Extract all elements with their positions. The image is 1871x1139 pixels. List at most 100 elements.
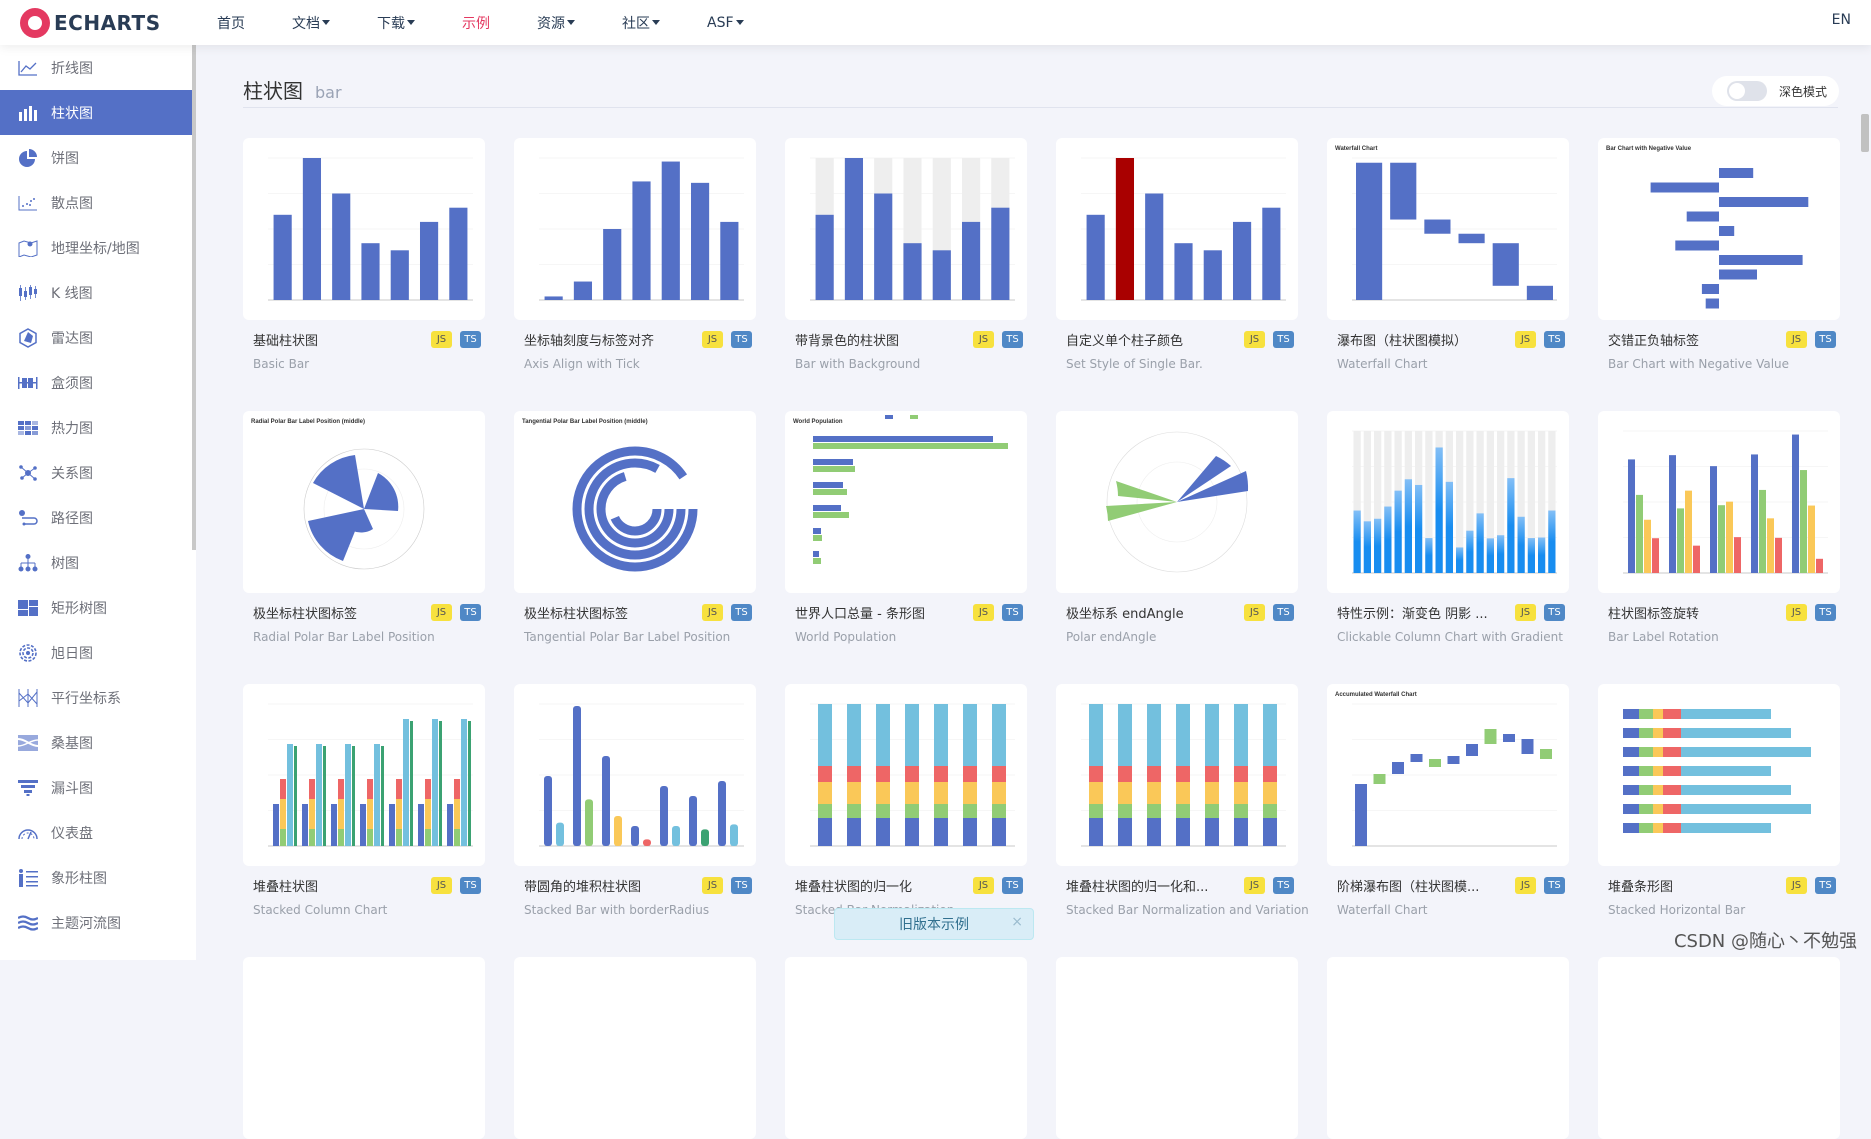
example-thumbnail[interactable] [785, 957, 1027, 1139]
example-thumbnail[interactable] [785, 138, 1027, 320]
ts-badge[interactable]: TS [1815, 331, 1836, 348]
card-title-cn[interactable]: 柱状图标签旋转 [1608, 603, 1778, 622]
card-title-cn[interactable]: 坐标轴刻度与标签对齐 [524, 330, 694, 349]
card-title-cn[interactable]: 自定义单个柱子颜色 [1066, 330, 1236, 349]
example-thumbnail[interactable] [1056, 411, 1298, 593]
js-badge[interactable]: JS [1244, 604, 1265, 621]
js-badge[interactable]: JS [1515, 331, 1536, 348]
sidebar-item-19[interactable]: 主题河流图 [0, 900, 196, 945]
dark-mode-toggle[interactable]: 深色模式 [1712, 76, 1839, 106]
example-card[interactable]: Accumulated Waterfall Chart 阶梯瀑布图（柱状图模..… [1327, 684, 1569, 917]
example-thumbnail[interactable] [1056, 138, 1298, 320]
ts-badge[interactable]: TS [460, 877, 481, 894]
sidebar-item-11[interactable]: 树图 [0, 540, 196, 585]
js-badge[interactable]: JS [1515, 604, 1536, 621]
example-card[interactable]: 堆叠柱状图的归一化和... JS TS Stacked Bar Normaliz… [1056, 684, 1309, 917]
sidebar-item-12[interactable]: 矩形树图 [0, 585, 196, 630]
ts-badge[interactable]: TS [731, 604, 752, 621]
example-card[interactable]: 极坐标系 endAngle JS TS Polar endAngle [1056, 411, 1298, 644]
nav-item-1[interactable]: 文档 [292, 13, 330, 33]
example-card[interactable]: 坐标轴刻度与标签对齐 JS TS Axis Align with Tick [514, 138, 756, 371]
example-card[interactable]: 基础柱状图 JS TS Basic Bar [243, 138, 485, 371]
nav-item-6[interactable]: ASF [707, 15, 744, 31]
card-title-cn[interactable]: 世界人口总量 - 条形图 [795, 603, 965, 622]
close-icon[interactable]: × [1011, 914, 1023, 930]
ts-badge[interactable]: TS [731, 877, 752, 894]
sidebar-item-2[interactable]: 饼图 [0, 135, 196, 180]
example-thumbnail[interactable] [1598, 684, 1840, 866]
example-card[interactable]: Bar Chart with Negative Value 交错正负轴标签 JS… [1598, 138, 1840, 371]
ts-badge[interactable]: TS [1002, 604, 1023, 621]
sidebar-item-5[interactable]: K 线图 [0, 270, 196, 315]
example-thumbnail[interactable]: World Population [785, 411, 1027, 593]
example-card[interactable]: 堆叠柱状图的归一化 JS TS Stacked Bar Normalizatio… [785, 684, 1027, 917]
example-card[interactable]: 堆叠柱状图 JS TS Stacked Column Chart [243, 684, 485, 917]
card-title-cn[interactable]: 阶梯瀑布图（柱状图模... [1337, 876, 1507, 895]
example-card[interactable]: Waterfall Chart 瀑布图（柱状图模拟） JS TS Waterfa… [1327, 138, 1569, 371]
example-thumbnail[interactable] [243, 957, 485, 1139]
sidebar-item-4[interactable]: 地理坐标/地图 [0, 225, 196, 270]
js-badge[interactable]: JS [431, 604, 452, 621]
example-thumbnail[interactable] [1598, 957, 1840, 1139]
js-badge[interactable]: JS [431, 331, 452, 348]
example-thumbnail[interactable]: Accumulated Waterfall Chart [1327, 684, 1569, 866]
ts-badge[interactable]: TS [731, 331, 752, 348]
sidebar-item-10[interactable]: 路径图 [0, 495, 196, 540]
ts-badge[interactable]: TS [1002, 331, 1023, 348]
example-thumbnail[interactable] [243, 138, 485, 320]
js-badge[interactable]: JS [973, 604, 994, 621]
example-card[interactable]: 带圆角的堆积柱状图 JS TS Stacked Bar with borderR… [514, 684, 756, 917]
example-thumbnail[interactable]: Radial Polar Bar Label Position (middle) [243, 411, 485, 593]
ts-badge[interactable]: TS [1273, 604, 1294, 621]
sidebar-item-1[interactable]: 柱状图 [0, 90, 196, 135]
sidebar-item-18[interactable]: 象形柱图 [0, 855, 196, 900]
js-badge[interactable]: JS [702, 877, 723, 894]
card-title-cn[interactable]: 堆叠条形图 [1608, 876, 1778, 895]
ts-badge[interactable]: TS [1544, 877, 1565, 894]
sidebar-item-3[interactable]: 散点图 [0, 180, 196, 225]
ts-badge[interactable]: TS [1002, 877, 1023, 894]
sidebar-scrollbar[interactable] [192, 45, 196, 550]
card-title-cn[interactable]: 带圆角的堆积柱状图 [524, 876, 694, 895]
example-thumbnail[interactable] [1327, 411, 1569, 593]
card-title-cn[interactable]: 堆叠柱状图的归一化 [795, 876, 965, 895]
js-badge[interactable]: JS [973, 877, 994, 894]
sidebar-item-6[interactable]: 雷达图 [0, 315, 196, 360]
ts-badge[interactable]: TS [1815, 604, 1836, 621]
example-thumbnail[interactable] [1598, 411, 1840, 593]
example-card[interactable]: 特性示例：渐变色 阴影 ... JS TS Clickable Column C… [1327, 411, 1569, 644]
card-title-cn[interactable]: 瀑布图（柱状图模拟） [1337, 330, 1507, 349]
sidebar-item-15[interactable]: 桑基图 [0, 720, 196, 765]
card-title-cn[interactable]: 带背景色的柱状图 [795, 330, 965, 349]
js-badge[interactable]: JS [1515, 877, 1536, 894]
js-badge[interactable]: JS [973, 331, 994, 348]
js-badge[interactable]: JS [1786, 877, 1807, 894]
example-card[interactable]: 自定义单个柱子颜色 JS TS Set Style of Single Bar. [1056, 138, 1298, 371]
example-card[interactable]: 带背景色的柱状图 JS TS Bar with Background [785, 138, 1027, 371]
sidebar-item-7[interactable]: 盒须图 [0, 360, 196, 405]
ts-badge[interactable]: TS [460, 604, 481, 621]
example-card[interactable]: 堆叠条形图 JS TS Stacked Horizontal Bar [1598, 684, 1840, 917]
ts-badge[interactable]: TS [1544, 604, 1565, 621]
sidebar-item-13[interactable]: 旭日图 [0, 630, 196, 675]
card-title-cn[interactable]: 基础柱状图 [253, 330, 423, 349]
card-title-cn[interactable]: 特性示例：渐变色 阴影 ... [1337, 603, 1507, 622]
card-title-cn[interactable]: 交错正负轴标签 [1608, 330, 1778, 349]
nav-item-0[interactable]: 首页 [217, 13, 245, 33]
example-card[interactable]: World Population 世界人口总量 - 条形图 JS TS Worl… [785, 411, 1027, 644]
example-card[interactable]: Tangential Polar Bar Label Position (mid… [514, 411, 756, 644]
ts-badge[interactable]: TS [460, 331, 481, 348]
ts-badge[interactable]: TS [1273, 331, 1294, 348]
page-scrollbar[interactable] [1861, 114, 1869, 152]
sidebar-item-8[interactable]: 热力图 [0, 405, 196, 450]
card-title-cn[interactable]: 堆叠柱状图 [253, 876, 423, 895]
js-badge[interactable]: JS [702, 331, 723, 348]
example-thumbnail[interactable] [514, 138, 756, 320]
ts-badge[interactable]: TS [1273, 877, 1294, 894]
js-badge[interactable]: JS [1786, 604, 1807, 621]
example-thumbnail[interactable] [1327, 957, 1569, 1139]
card-title-cn[interactable]: 极坐标柱状图标签 [253, 603, 423, 622]
example-thumbnail[interactable] [243, 684, 485, 866]
js-badge[interactable]: JS [1244, 877, 1265, 894]
example-thumbnail[interactable]: Tangential Polar Bar Label Position (mid… [514, 411, 756, 593]
